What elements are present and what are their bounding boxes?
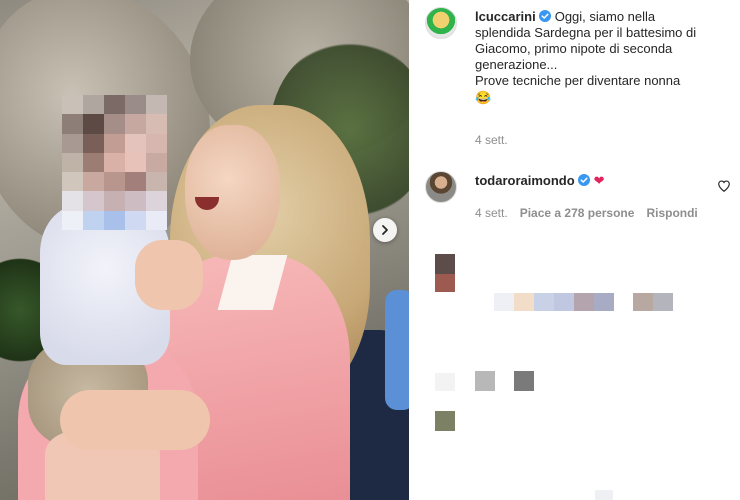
woman-face <box>185 125 280 260</box>
caption-line: Giacomo, primo nipote di seconda <box>475 41 673 56</box>
loading-text-placeholder <box>475 371 495 391</box>
pixelated-face-blur <box>62 95 167 230</box>
loading-text-placeholder <box>653 293 673 311</box>
loading-text-placeholder <box>594 293 614 311</box>
commenter-avatar[interactable] <box>425 171 457 203</box>
caption-line: generazione... <box>475 57 558 72</box>
commenter-username[interactable]: todaroraimondo <box>475 173 575 188</box>
woman-arm <box>60 390 210 450</box>
caption-line: Oggi, siamo nella <box>554 9 656 24</box>
post-photo[interactable] <box>0 0 409 500</box>
author-username[interactable]: lcuccarini <box>475 9 536 24</box>
verified-badge-icon <box>538 10 551 22</box>
author-avatar[interactable] <box>425 7 457 39</box>
caption-line: splendida Sardegna per il battesimo di <box>475 25 697 40</box>
loading-avatar-placeholder <box>435 274 455 292</box>
caption-line: Prove tecniche per diventare nonna <box>475 73 681 88</box>
loading-text-placeholder <box>514 293 534 311</box>
loading-text-placeholder <box>595 490 613 500</box>
comment: todaroraimondo ❤ <box>475 173 705 189</box>
caption-timestamp[interactable]: 4 sett. <box>475 133 508 147</box>
loading-text-placeholder <box>554 293 574 311</box>
loading-avatar-placeholder <box>435 411 455 431</box>
loading-avatar-placeholder <box>435 254 455 274</box>
loading-text-placeholder <box>514 371 534 391</box>
next-photo-button[interactable] <box>373 218 397 242</box>
comment-meta: 4 sett. Piace a 278 persone Rispondi <box>475 206 710 220</box>
loading-text-placeholder <box>435 373 455 391</box>
reply-button[interactable]: Rispondi <box>646 206 697 220</box>
verified-badge-icon <box>577 174 590 186</box>
red-heart-emoji: ❤ <box>593 173 605 188</box>
loading-text-placeholder <box>633 293 653 311</box>
laughing-emoji: 😂 <box>475 90 492 105</box>
post-caption: lcuccarini Oggi, siamo nella splendida Sa… <box>475 9 725 106</box>
background-person <box>385 290 409 410</box>
chevron-right-icon <box>382 225 388 235</box>
woman-hand <box>135 240 203 310</box>
comment-timestamp[interactable]: 4 sett. <box>475 206 508 220</box>
loading-text-placeholder <box>494 293 514 311</box>
heart-outline-icon[interactable] <box>717 179 731 193</box>
loading-text-placeholder <box>574 293 594 311</box>
loading-text-placeholder <box>534 293 554 311</box>
comment-likes[interactable]: Piace a 278 persone <box>520 206 635 220</box>
comments-panel: lcuccarini Oggi, siamo nella splendida Sa… <box>409 0 740 500</box>
